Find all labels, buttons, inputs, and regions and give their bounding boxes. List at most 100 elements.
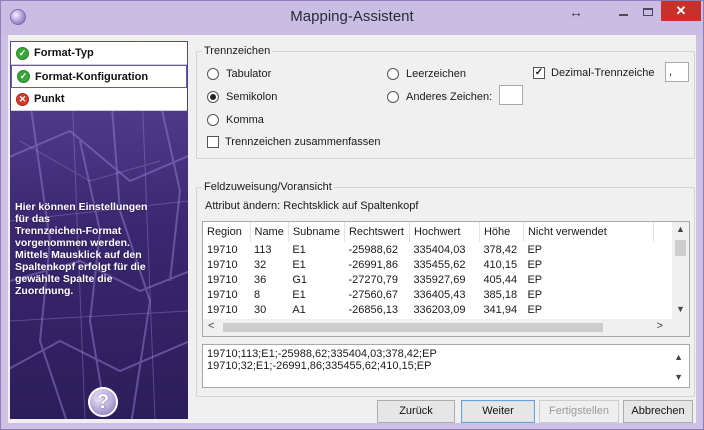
cell: 385,18 bbox=[483, 288, 518, 301]
cell: EP bbox=[527, 273, 543, 286]
column-header-name[interactable]: Name bbox=[250, 222, 289, 242]
cell: 19710 bbox=[207, 258, 238, 271]
decimal-separator-input[interactable]: , bbox=[665, 62, 689, 82]
scroll-up-icon[interactable]: ▲ bbox=[674, 351, 683, 363]
help-button[interactable]: ? bbox=[88, 387, 118, 417]
scroll-thumb[interactable] bbox=[223, 323, 603, 332]
scroll-corner bbox=[672, 319, 689, 336]
cell: -26856,13 bbox=[348, 303, 398, 316]
back-button[interactable]: Zurück bbox=[377, 400, 455, 423]
checkbox-box[interactable]: ✓ bbox=[533, 67, 545, 79]
checkbox-box[interactable] bbox=[207, 136, 219, 148]
scroll-right-icon[interactable]: > bbox=[657, 320, 663, 332]
checkbox-decimal-separator[interactable]: ✓ Dezimal-Trennzeiche bbox=[533, 67, 655, 79]
table-header-row: Region Name Subname Rechtswert Hochwert … bbox=[203, 222, 654, 242]
column-header-hoehe[interactable]: Höhe bbox=[479, 222, 524, 242]
cell: 19710 bbox=[207, 288, 238, 301]
cell: 19710 bbox=[207, 303, 238, 316]
step-punkt[interactable]: ✕ Punkt bbox=[11, 88, 187, 111]
cell: 335455,62 bbox=[413, 258, 466, 271]
mapping-assistant-window: Mapping-Assistent ↔ ✕ ✓ Format-Typ ✓ For… bbox=[0, 0, 704, 430]
minimize-icon bbox=[618, 14, 628, 16]
cell: E1 bbox=[292, 243, 306, 256]
maximize-button[interactable] bbox=[636, 1, 660, 23]
column-header-rechtswert[interactable]: Rechtswert bbox=[344, 222, 410, 242]
cell: 36 bbox=[254, 273, 267, 286]
close-button[interactable]: ✕ bbox=[661, 1, 701, 21]
column-header-hochwert[interactable]: Hochwert bbox=[409, 222, 480, 242]
next-label: Weiter bbox=[482, 405, 514, 417]
maximize-icon bbox=[643, 8, 653, 16]
next-button[interactable]: Weiter bbox=[461, 400, 535, 423]
title-bar[interactable]: Mapping-Assistent ↔ ✕ bbox=[1, 1, 703, 35]
cell: EP bbox=[527, 243, 543, 256]
step-format-typ[interactable]: ✓ Format-Typ bbox=[11, 42, 187, 65]
checkbox-merge-separators[interactable]: Trennzeichen zusammenfassen bbox=[207, 136, 381, 148]
scroll-thumb[interactable] bbox=[675, 240, 686, 256]
cell: -27560,67 bbox=[348, 288, 398, 301]
cancel-button[interactable]: Abbrechen bbox=[623, 400, 693, 423]
cell: E1 bbox=[292, 258, 306, 271]
radio-label: Anderes Zeichen: bbox=[406, 91, 493, 103]
question-icon: ? bbox=[96, 390, 110, 413]
cell: 336405,43 bbox=[413, 288, 466, 301]
check-icon: ✓ bbox=[17, 70, 30, 83]
step-label: Format-Konfiguration bbox=[35, 70, 149, 83]
cell: -26991,86 bbox=[348, 258, 398, 271]
column-header-region[interactable]: Region bbox=[203, 222, 251, 242]
cell: EP bbox=[527, 288, 543, 301]
cell: 335927,69 bbox=[413, 273, 466, 286]
column-header-subname[interactable]: Subname bbox=[288, 222, 345, 242]
minimize-button[interactable] bbox=[610, 1, 636, 23]
scroll-left-icon[interactable]: < bbox=[208, 320, 214, 332]
radio-circle[interactable] bbox=[207, 68, 219, 80]
step-format-konfiguration[interactable]: ✓ Format-Konfiguration bbox=[11, 65, 187, 88]
resize-arrows-icon[interactable]: ↔ bbox=[565, 1, 587, 23]
radio-semikolon[interactable]: Semikolon bbox=[207, 91, 277, 103]
cell: 336203,09 bbox=[413, 303, 466, 316]
raw-preview-box[interactable]: 19710;113;E1;-25988,62;335404,03;378,42;… bbox=[202, 344, 690, 388]
scroll-down-icon[interactable]: ▼ bbox=[672, 304, 689, 320]
raw-preview-line: 19710;32;E1;-26991,86;335455,62;410,15;E… bbox=[207, 360, 432, 372]
cell: 405,44 bbox=[483, 273, 518, 286]
preview-table[interactable]: Region Name Subname Rechtswert Hochwert … bbox=[202, 221, 690, 337]
step-label: Format-Typ bbox=[34, 47, 94, 59]
cell: E1 bbox=[292, 288, 306, 301]
cell: 113 bbox=[254, 243, 272, 256]
cell: 19710 bbox=[207, 273, 238, 286]
horizontal-scrollbar[interactable]: < > bbox=[203, 319, 673, 336]
other-separator-input[interactable] bbox=[499, 85, 523, 105]
close-icon: ✕ bbox=[675, 3, 687, 18]
check-icon: ✓ bbox=[16, 46, 29, 60]
finish-label: Fertigstellen bbox=[549, 405, 609, 417]
scroll-up-icon[interactable]: ▲ bbox=[672, 224, 689, 240]
table-row[interactable]: 19710 30 A1 -26856,13 336203,09 341,94 E… bbox=[203, 302, 653, 317]
column-header-nicht-verwendet[interactable]: Nicht verwendet bbox=[523, 222, 654, 242]
cell: 19710 bbox=[207, 243, 238, 256]
cell: A1 bbox=[292, 303, 306, 316]
radio-komma[interactable]: Komma bbox=[207, 114, 264, 126]
window-title: Mapping-Assistent bbox=[290, 8, 414, 25]
vertical-scrollbar[interactable]: ▲ ▼ bbox=[672, 222, 689, 320]
radio-label: Tabulator bbox=[226, 68, 272, 80]
table-row[interactable]: 19710 113 E1 -25988,62 335404,03 378,42 … bbox=[203, 242, 653, 257]
cell: 30 bbox=[254, 303, 267, 316]
table-row[interactable]: 19710 36 G1 -27270,79 335927,69 405,44 E… bbox=[203, 272, 653, 287]
radio-circle[interactable] bbox=[387, 68, 399, 80]
radio-tabulator[interactable]: Tabulator bbox=[207, 68, 271, 80]
cell: 8 bbox=[254, 288, 261, 301]
scroll-down-icon[interactable]: ▼ bbox=[674, 371, 683, 383]
radio-anderes-zeichen[interactable]: Anderes Zeichen: bbox=[387, 91, 492, 103]
table-row[interactable]: 19710 8 E1 -27560,67 336405,43 385,18 EP bbox=[203, 287, 653, 302]
radio-circle[interactable] bbox=[387, 91, 399, 103]
radio-label: Leerzeichen bbox=[406, 68, 466, 80]
cell: 341,94 bbox=[483, 303, 518, 316]
radio-circle[interactable] bbox=[207, 91, 219, 103]
cell: 378,42 bbox=[483, 243, 518, 256]
raw-preview-line: 19710;113;E1;-25988,62;335404,03;378,42;… bbox=[207, 348, 437, 360]
finish-button[interactable]: Fertigstellen bbox=[539, 400, 619, 423]
radio-leerzeichen[interactable]: Leerzeichen bbox=[387, 68, 466, 80]
radio-circle[interactable] bbox=[207, 114, 219, 126]
table-row[interactable]: 19710 32 E1 -26991,86 335455,62 410,15 E… bbox=[203, 257, 653, 272]
cell: EP bbox=[527, 303, 543, 316]
